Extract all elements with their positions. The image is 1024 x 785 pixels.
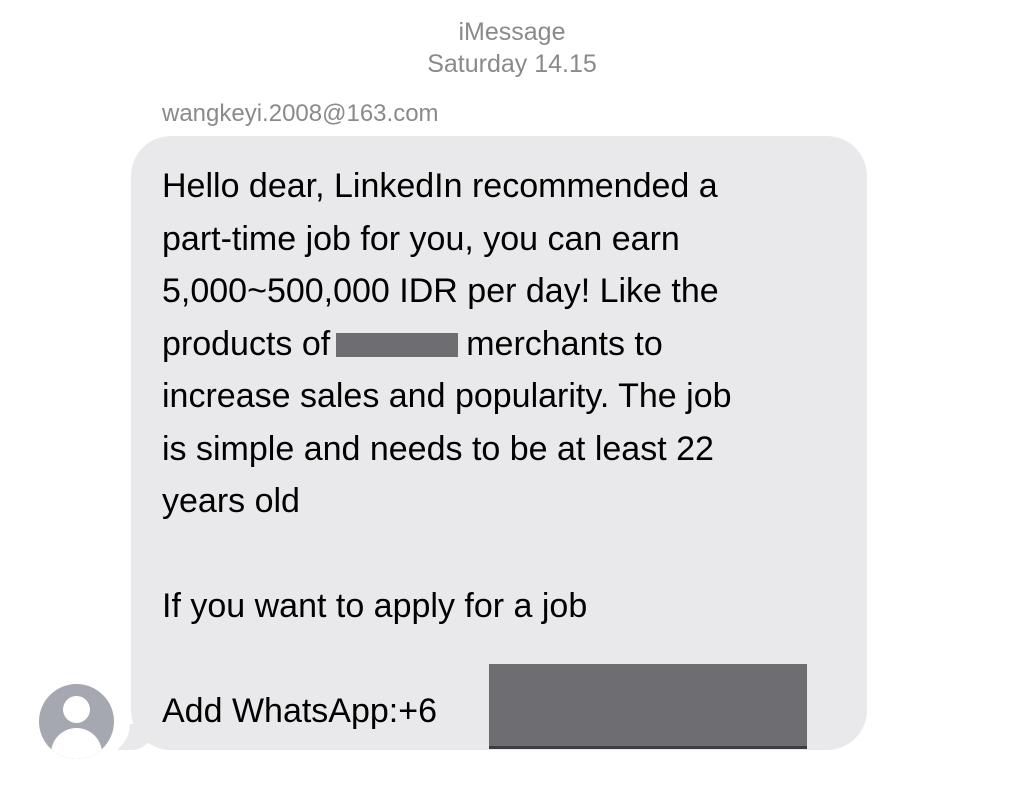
- person-silhouette-icon[interactable]: [39, 684, 114, 759]
- avatar-head: [63, 696, 90, 723]
- message-line: increase sales and popularity. The job: [162, 377, 732, 415]
- message-line-start: products of: [162, 324, 331, 363]
- message-line: If you want to apply for a job: [162, 587, 588, 625]
- message-body: Hello dear, LinkedIn recommended a part-…: [162, 160, 852, 738]
- message-line: Hello dear, LinkedIn recommended a: [162, 167, 718, 205]
- message-line-end: merchants to: [466, 324, 663, 363]
- message-line: part-time job for you, you can earn: [162, 219, 680, 258]
- message-line: is simple and needs to be at least 22: [162, 429, 714, 468]
- sender-address: wangkeyi.2008@163.com: [162, 100, 439, 127]
- redacted-phone-number: [489, 664, 807, 746]
- conversation-header: iMessage Saturday 14.15: [0, 16, 1024, 80]
- message-line: years old: [162, 482, 300, 520]
- message-timestamp: Saturday 14.15: [427, 50, 597, 78]
- redacted-brand-name: [336, 332, 459, 357]
- avatar-body: [51, 728, 102, 759]
- message-line: 5,000~500,000 IDR per day! Like the: [162, 272, 719, 310]
- service-label: iMessage: [458, 18, 566, 46]
- message-line: products of merchants to: [162, 318, 852, 371]
- imessage-thread: iMessage Saturday 14.15 wangkeyi.2008@16…: [0, 0, 1024, 785]
